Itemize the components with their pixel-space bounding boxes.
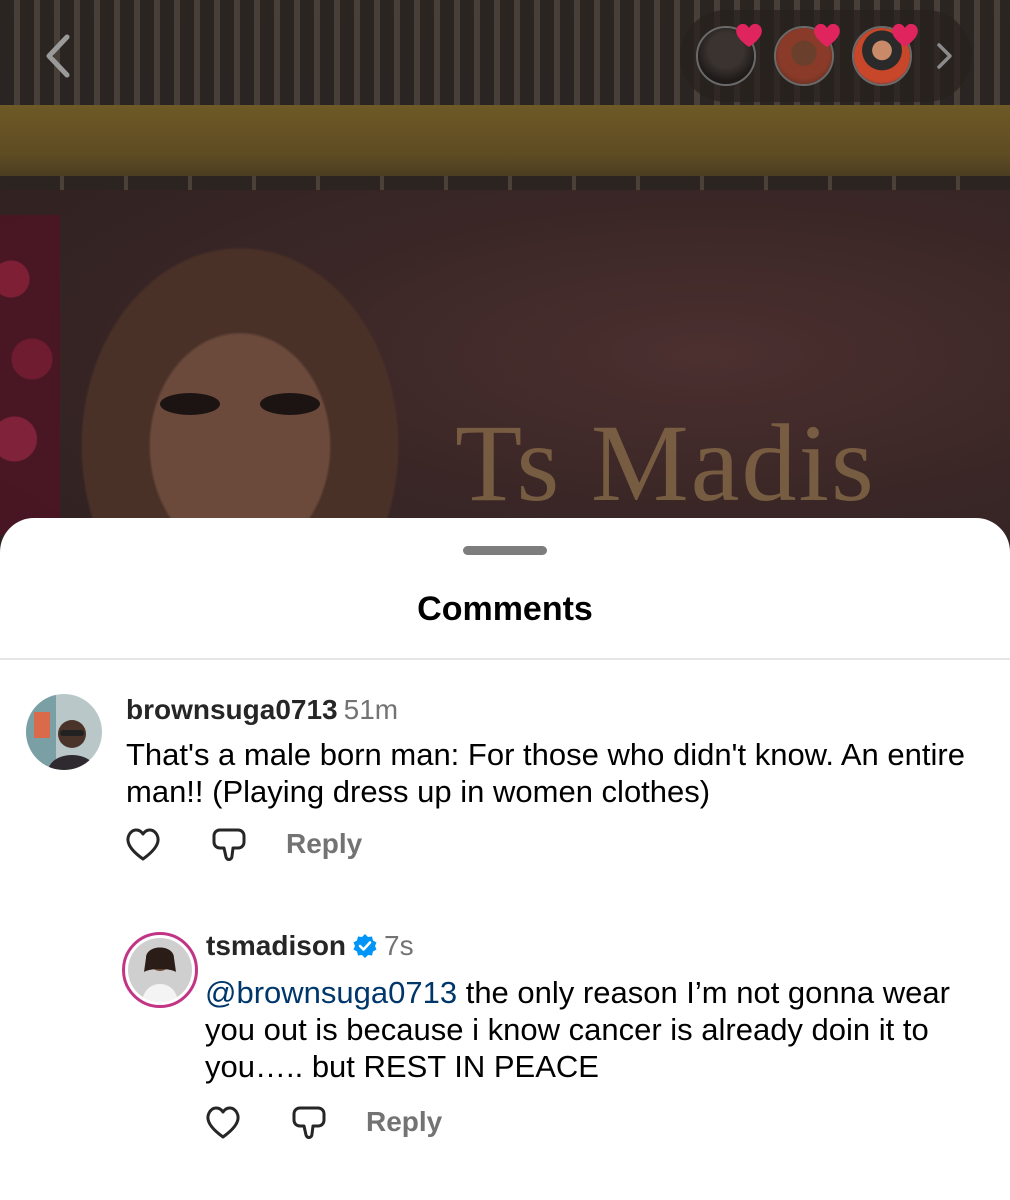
reply-button[interactable]: Reply — [366, 1106, 442, 1138]
avatar-image — [26, 694, 102, 770]
chevron-left-icon — [46, 34, 70, 78]
comment-item: brownsuga0713 51m That's a male born man:… — [0, 688, 1010, 888]
verified-badge-icon — [353, 934, 377, 958]
avatar[interactable] — [122, 932, 198, 1008]
comment-text: That's a male born man: For those who di… — [126, 737, 965, 809]
comments-sheet: Comments brownsuga0713 51m That's a male … — [0, 518, 1010, 1200]
avatar-image — [128, 938, 192, 1002]
chevron-right-icon[interactable] — [932, 40, 956, 72]
thumbs-down-outline-icon[interactable] — [210, 826, 248, 864]
backdrop-sign-text: Ts Madis — [455, 402, 876, 524]
gold-beam — [0, 105, 1010, 190]
heart-outline-icon[interactable] — [204, 1104, 242, 1140]
thumbs-down-outline-icon[interactable] — [290, 1104, 328, 1142]
comment-username[interactable]: tsmadison — [206, 930, 346, 961]
heart-icon — [736, 23, 762, 47]
story-avatar-2[interactable] — [774, 23, 840, 86]
comment-timestamp: 51m — [343, 694, 399, 725]
comment-timestamp: 7s — [384, 930, 414, 961]
divider — [0, 658, 1010, 660]
mention-link[interactable]: @brownsuga0713 — [205, 975, 457, 1010]
reply-button[interactable]: Reply — [286, 828, 362, 860]
heart-outline-icon[interactable] — [124, 826, 162, 862]
story-avatar-1[interactable] — [696, 23, 762, 86]
sheet-title: Comments — [417, 590, 593, 628]
heart-icon — [892, 23, 918, 47]
story-tray[interactable] — [680, 10, 972, 102]
story-avatar-3[interactable] — [852, 23, 918, 86]
comment-text: @brownsuga0713 the only reason I’m not g… — [205, 974, 995, 1085]
comment-username[interactable]: brownsuga0713 — [126, 694, 338, 725]
sheet-grabber-handle[interactable] — [463, 546, 547, 555]
comment-item: tsmadison 7s @brownsuga0713 the only rea… — [0, 928, 1010, 1168]
comment-actions: Reply — [204, 1104, 504, 1144]
flower-wall — [0, 215, 60, 535]
back-button[interactable] — [38, 30, 78, 82]
avatar[interactable] — [26, 694, 102, 770]
heart-icon — [814, 23, 840, 47]
comment-actions: Reply — [124, 826, 424, 866]
